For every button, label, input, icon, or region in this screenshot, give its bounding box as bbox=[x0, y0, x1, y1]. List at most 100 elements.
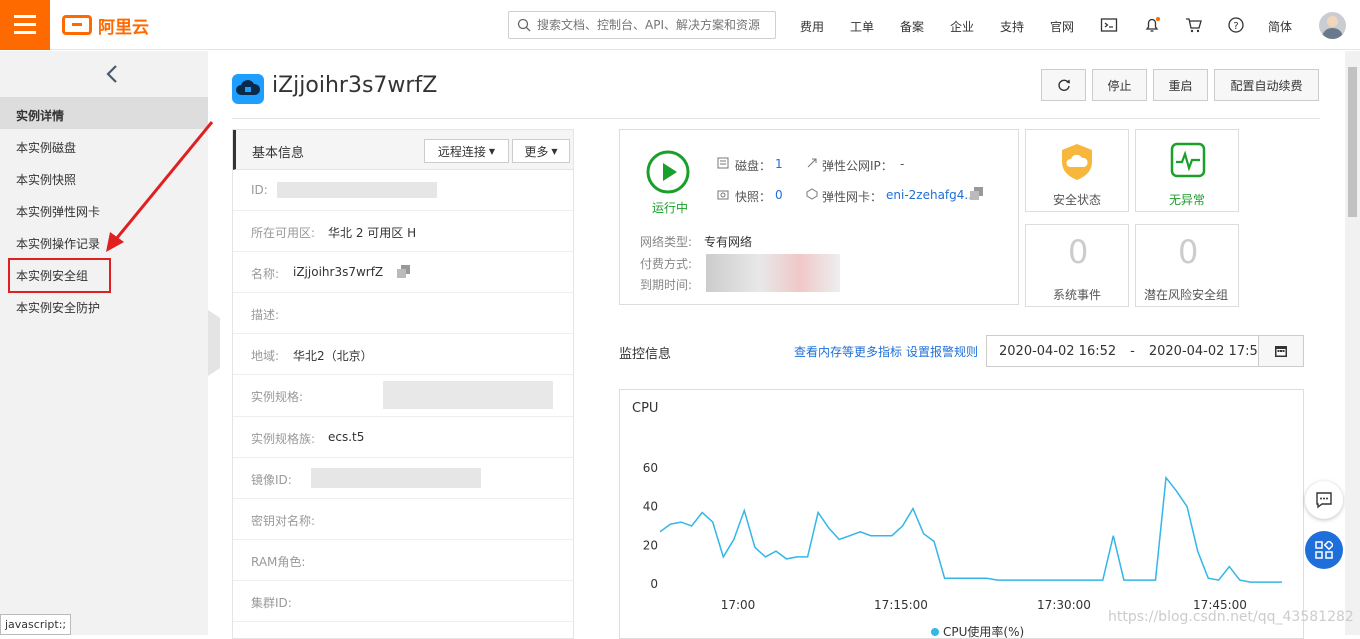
disk-label: 磁盘： bbox=[735, 159, 772, 173]
bell-icon[interactable] bbox=[1143, 16, 1161, 34]
row-id: ID: bbox=[233, 170, 573, 211]
row-label: 密钥对名称: bbox=[251, 514, 316, 528]
sidebar-item-operation-log[interactable]: 本实例操作记录 bbox=[16, 235, 100, 252]
y-tick-label: 20 bbox=[643, 538, 658, 552]
remote-connect-button[interactable]: 远程连接 ▼ bbox=[424, 139, 509, 163]
refresh-icon bbox=[1057, 79, 1070, 91]
row-value: 华北 2 可用区 H bbox=[328, 226, 417, 240]
apps-button[interactable] bbox=[1305, 531, 1343, 569]
caret-down-icon: ▼ bbox=[551, 146, 558, 156]
shield-cloud-icon bbox=[1062, 144, 1092, 180]
instance-title: iZjjoihr3s7wrfZ bbox=[272, 73, 438, 98]
row-label: RAM角色: bbox=[251, 555, 306, 569]
y-tick-label: 60 bbox=[643, 461, 658, 475]
logo-text: 阿里云 bbox=[98, 17, 149, 38]
watermark: https://blog.csdn.net/qq_43581282 bbox=[1108, 609, 1354, 625]
snapshot-count-link[interactable]: 0 bbox=[775, 188, 783, 202]
row-label: 描述: bbox=[251, 308, 280, 322]
collapse-chevron-icon[interactable] bbox=[105, 64, 119, 84]
x-tick-label: 17:15:00 bbox=[874, 598, 928, 612]
health-label: 无异常 bbox=[1169, 193, 1206, 207]
sidebar-item-snapshots[interactable]: 本实例快照 bbox=[16, 171, 76, 188]
status-card: 运行中 磁盘： 1 快照： 0 弹性公网IP： - 弹性网卡： eni-2zeh… bbox=[619, 129, 1019, 305]
redacted-value bbox=[311, 468, 481, 488]
cpu-series-line bbox=[659, 475, 1282, 583]
refresh-button[interactable] bbox=[1041, 69, 1086, 101]
health-tile[interactable]: 无异常 bbox=[1135, 129, 1239, 212]
apps-grid-icon bbox=[1315, 541, 1333, 559]
monitor-title: 监控信息 bbox=[619, 347, 672, 362]
copy-icon[interactable] bbox=[397, 265, 410, 278]
row-description: 描述: bbox=[233, 293, 573, 334]
cart-icon[interactable] bbox=[1185, 16, 1203, 34]
system-events-tile[interactable]: 0 系统事件 bbox=[1025, 224, 1129, 307]
eni-link[interactable]: eni-2zehafg4... bbox=[886, 188, 976, 202]
chat-button[interactable] bbox=[1305, 481, 1343, 519]
alarm-rules-link[interactable]: 设置报警规则 bbox=[906, 343, 978, 360]
row-value: iZjjoihr3s7wrfZ bbox=[293, 265, 384, 279]
date-range-picker[interactable]: 2020-04-02 16:52 - 2020-04-02 17:52 bbox=[986, 335, 1304, 367]
y-tick-label: 0 bbox=[650, 577, 658, 591]
row-zone: 所在可用区: 华北 2 可用区 H bbox=[233, 211, 573, 252]
calendar-button[interactable] bbox=[1258, 336, 1303, 366]
more-metrics-link[interactable]: 查看内存等更多指标 bbox=[794, 343, 902, 360]
auto-renew-button[interactable]: 配置自动续费 bbox=[1214, 69, 1319, 101]
eni-label: 弹性网卡： bbox=[822, 190, 883, 204]
row-value: ecs.t5 bbox=[328, 430, 365, 444]
highlight-box bbox=[8, 258, 111, 293]
aliyun-logo[interactable]: 阿里云 bbox=[62, 14, 149, 38]
system-events-label: 系统事件 bbox=[1053, 288, 1102, 302]
stop-button[interactable]: 停止 bbox=[1092, 69, 1147, 101]
disk-count-link[interactable]: 1 bbox=[775, 157, 783, 171]
search-box[interactable] bbox=[508, 11, 776, 39]
help-icon[interactable]: ? bbox=[1227, 16, 1245, 34]
play-status-icon bbox=[646, 150, 690, 194]
scrollbar[interactable] bbox=[1345, 51, 1360, 635]
nav-icp[interactable]: 备案 bbox=[900, 18, 924, 35]
net-type-value: 专有网络 bbox=[704, 235, 753, 249]
top-bar: 阿里云 费用 工单 备案 企业 支持 官网 ? 简体 bbox=[0, 0, 1360, 50]
risk-sg-label: 潜在风险安全组 bbox=[1144, 288, 1229, 302]
terminal-icon[interactable] bbox=[1100, 16, 1118, 34]
language-switch[interactable]: 简体 bbox=[1268, 18, 1292, 35]
copy-icon[interactable] bbox=[970, 187, 983, 200]
snapshot-icon bbox=[717, 190, 729, 200]
user-avatar[interactable] bbox=[1319, 12, 1346, 39]
more-button[interactable]: 更多 ▼ bbox=[512, 139, 570, 163]
redacted-value bbox=[706, 254, 840, 292]
row-label: ID: bbox=[251, 183, 268, 197]
row-label: 镜像ID: bbox=[251, 473, 292, 487]
nav-website[interactable]: 官网 bbox=[1050, 18, 1074, 35]
billing-label: 付费方式: bbox=[640, 257, 693, 271]
menu-icon[interactable] bbox=[0, 0, 50, 50]
browser-status-bar: javascript:; bbox=[0, 614, 72, 635]
row-label: 所在可用区: bbox=[251, 226, 316, 240]
security-status-tile[interactable]: 安全状态 bbox=[1025, 129, 1129, 212]
nav-support[interactable]: 支持 bbox=[1000, 18, 1024, 35]
sidebar-item-disks[interactable]: 本实例磁盘 bbox=[16, 139, 76, 156]
nav-fees[interactable]: 费用 bbox=[800, 18, 824, 35]
sidebar-toggle-handle[interactable] bbox=[208, 310, 220, 376]
row-spec: 实例规格: bbox=[233, 375, 573, 417]
row-label: 地域: bbox=[251, 349, 280, 363]
sidebar-item-eni[interactable]: 本实例弹性网卡 bbox=[16, 203, 100, 220]
nav-enterprise[interactable]: 企业 bbox=[950, 18, 974, 35]
search-input[interactable] bbox=[537, 18, 767, 32]
date-to[interactable]: 2020-04-02 17:52 bbox=[1149, 344, 1266, 359]
date-from[interactable]: 2020-04-02 16:52 bbox=[999, 344, 1116, 359]
basic-info-panel: 基本信息 远程连接 ▼ 更多 ▼ ID: 所在可用区: 华北 2 可用区 H 名称:… bbox=[232, 129, 574, 639]
restart-button[interactable]: 重启 bbox=[1153, 69, 1208, 101]
risk-sg-tile[interactable]: 0 潜在风险安全组 bbox=[1135, 224, 1239, 307]
scrollbar-thumb[interactable] bbox=[1348, 67, 1357, 217]
snapshot-label: 快照： bbox=[735, 190, 772, 204]
nav-tickets[interactable]: 工单 bbox=[850, 18, 874, 35]
row-label: 实例规格族: bbox=[251, 432, 316, 446]
sidebar-item-security-protection[interactable]: 本实例安全防护 bbox=[16, 299, 100, 316]
basic-info-title: 基本信息 bbox=[252, 146, 305, 161]
eip-icon bbox=[807, 158, 817, 168]
sidebar-item-instance-detail[interactable]: 实例详情 bbox=[16, 107, 64, 124]
logo-mark-icon bbox=[62, 15, 92, 35]
row-label: 集群ID: bbox=[251, 596, 292, 610]
system-events-count: 0 bbox=[1068, 233, 1089, 271]
risk-sg-count: 0 bbox=[1178, 233, 1199, 271]
